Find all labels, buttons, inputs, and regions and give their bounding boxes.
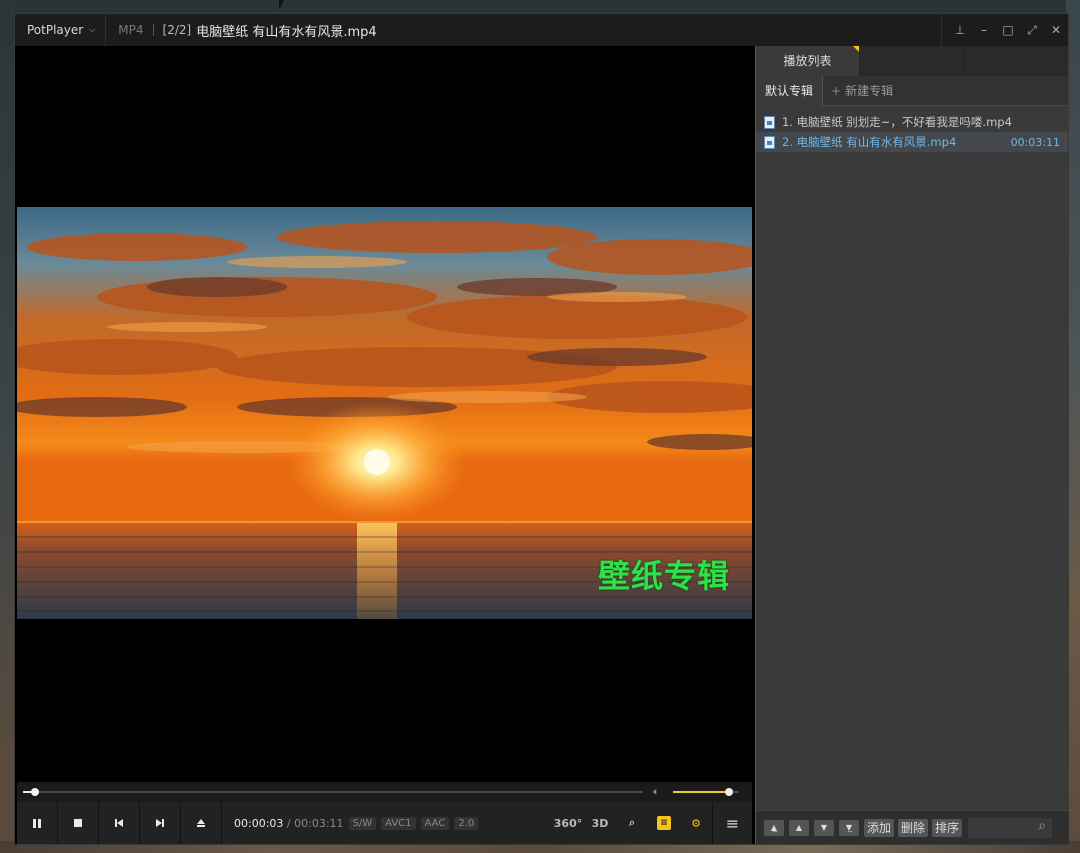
move-up-icon[interactable]: ▲ [789, 819, 809, 836]
sort-button[interactable]: 排序 [932, 818, 963, 837]
add-button[interactable]: 添加 [864, 818, 895, 837]
playlist-panel: 播放列表 默认专辑 + 新建专辑 1. 电脑壁纸 别划走~，不好看我是吗喽.mp4… [755, 46, 1069, 844]
maximize-icon[interactable]: □ [996, 23, 1020, 37]
new-album-button[interactable]: + 新建专辑 [823, 82, 893, 99]
tab-playlist[interactable]: 播放列表 [756, 46, 860, 76]
chevron-down-icon: ⌵ [89, 25, 96, 34]
delete-button[interactable]: 删除 [898, 818, 929, 837]
pause-icon [33, 818, 41, 828]
list-item[interactable]: 1. 电脑壁纸 别划走~，不好看我是吗喽.mp4 [756, 112, 1068, 132]
right-tools: 360° 3D ⌕ ≡ ⚙ ≡ [552, 802, 752, 844]
player-window: PotPlayer ⌵ MP4 [2/2] 电脑壁纸 有山有水有风景.mp4 ⊥… [14, 13, 1069, 845]
search-list-icon[interactable]: ⌕ [616, 816, 648, 830]
title-divider [152, 24, 154, 36]
desktop-background-left [0, 0, 14, 853]
next-icon [156, 819, 164, 827]
title-bar: PotPlayer ⌵ MP4 [2/2] 电脑壁纸 有山有水有风景.mp4 ⊥… [15, 14, 1068, 46]
pause-button[interactable] [17, 802, 58, 844]
video-codec-badge[interactable]: AVC1 [381, 816, 416, 830]
tab-empty[interactable] [860, 46, 964, 76]
volume-fill [673, 791, 730, 793]
list-item-name: 2. 电脑壁纸 有山有水有风景.mp4 [782, 135, 957, 149]
current-time: 00:00:03 [234, 816, 284, 830]
decoder-badge[interactable]: S/W [348, 816, 377, 830]
previous-icon [115, 819, 123, 827]
fullscreen-icon[interactable]: ⤢ [1020, 23, 1044, 38]
eject-icon [197, 819, 205, 827]
previous-button[interactable] [99, 802, 140, 844]
video-file-icon [764, 115, 775, 129]
move-down-icon[interactable]: ▼ [814, 819, 834, 836]
move-top-icon[interactable]: ▲̲ [764, 819, 784, 836]
album-tabs: 默认专辑 + 新建专辑 [756, 75, 1068, 106]
format-label: MP4 [118, 23, 144, 37]
tab-corner-marker [853, 46, 859, 52]
stop-button[interactable] [58, 802, 99, 844]
volume-handle[interactable] [725, 788, 734, 796]
time-separator: / [286, 816, 291, 830]
list-item-active[interactable]: 2. 电脑壁纸 有山有水有风景.mp4 00:03:11 [756, 132, 1068, 152]
tab-playlist-label: 播放列表 [783, 54, 832, 68]
list-item-duration: 00:03:11 [1010, 135, 1060, 149]
playlist-search-input[interactable]: ⌕ [968, 817, 1053, 838]
close-icon[interactable]: ✕ [1044, 23, 1068, 37]
playlist: 1. 电脑壁纸 别划走~，不好看我是吗喽.mp4 2. 电脑壁纸 有山有水有风景… [756, 106, 1068, 152]
volume-slider[interactable] [673, 788, 739, 796]
audio-channels-badge[interactable]: 2.0 [454, 816, 479, 830]
gear-icon[interactable]: ⚙ [680, 817, 712, 830]
audio-codec-badge[interactable]: AAC [420, 816, 450, 830]
app-name: PotPlayer [27, 23, 84, 37]
vr-360-button[interactable]: 360° [552, 817, 584, 830]
window-controls: ⊥ – □ ⤢ ✕ [941, 14, 1068, 46]
new-album-label: 新建专辑 [845, 84, 894, 98]
video-frame[interactable]: 壁纸专辑 [17, 207, 752, 619]
video-area[interactable]: 壁纸专辑 [15, 46, 753, 782]
file-title: 电脑壁纸 有山有水有风景.mp4 [196, 24, 377, 40]
video-file-icon [764, 135, 775, 149]
panel-tabs: 播放列表 [756, 46, 1068, 76]
search-icon[interactable]: ⌕ [1038, 818, 1046, 834]
time-display: 00:00:03 / 00:03:11 [234, 817, 344, 830]
plus-icon: + [831, 84, 842, 98]
mouse-cursor-icon [279, 0, 284, 10]
overlay-caption: 壁纸专辑 [597, 557, 730, 595]
volume-icon[interactable]: 🔈︎ [653, 785, 660, 799]
control-bar: 00:00:03 / 00:03:11 S/W AVC1 AAC 2.0 360… [17, 802, 752, 844]
playlist-toolbar: ▲̲ ▲ ▼ ▼̲ 添加 删除 排序 ⌕ [756, 810, 1069, 844]
move-bottom-icon[interactable]: ▼̲ [839, 819, 859, 836]
seek-bar[interactable] [23, 788, 643, 796]
seek-bar-row: 🔈︎ [17, 782, 752, 802]
list-item-name: 1. 电脑壁纸 别划走~，不好看我是吗喽.mp4 [782, 115, 1012, 129]
menu-icon[interactable]: ≡ [712, 802, 752, 844]
seek-handle[interactable] [30, 788, 39, 796]
pin-icon[interactable]: ⊥ [948, 23, 972, 37]
minimize-icon[interactable]: – [972, 23, 996, 37]
3d-button[interactable]: 3D [584, 817, 616, 830]
next-button[interactable] [140, 802, 181, 844]
total-time: 00:03:11 [294, 816, 344, 830]
playlist-memo-icon[interactable]: ≡ [657, 816, 671, 830]
open-eject-button[interactable] [181, 802, 222, 844]
app-menu-button[interactable]: PotPlayer ⌵ [15, 14, 107, 46]
stop-icon [74, 819, 82, 827]
tab-default-album[interactable]: 默认专辑 [756, 75, 824, 106]
playlist-index: [2/2] [162, 23, 192, 37]
